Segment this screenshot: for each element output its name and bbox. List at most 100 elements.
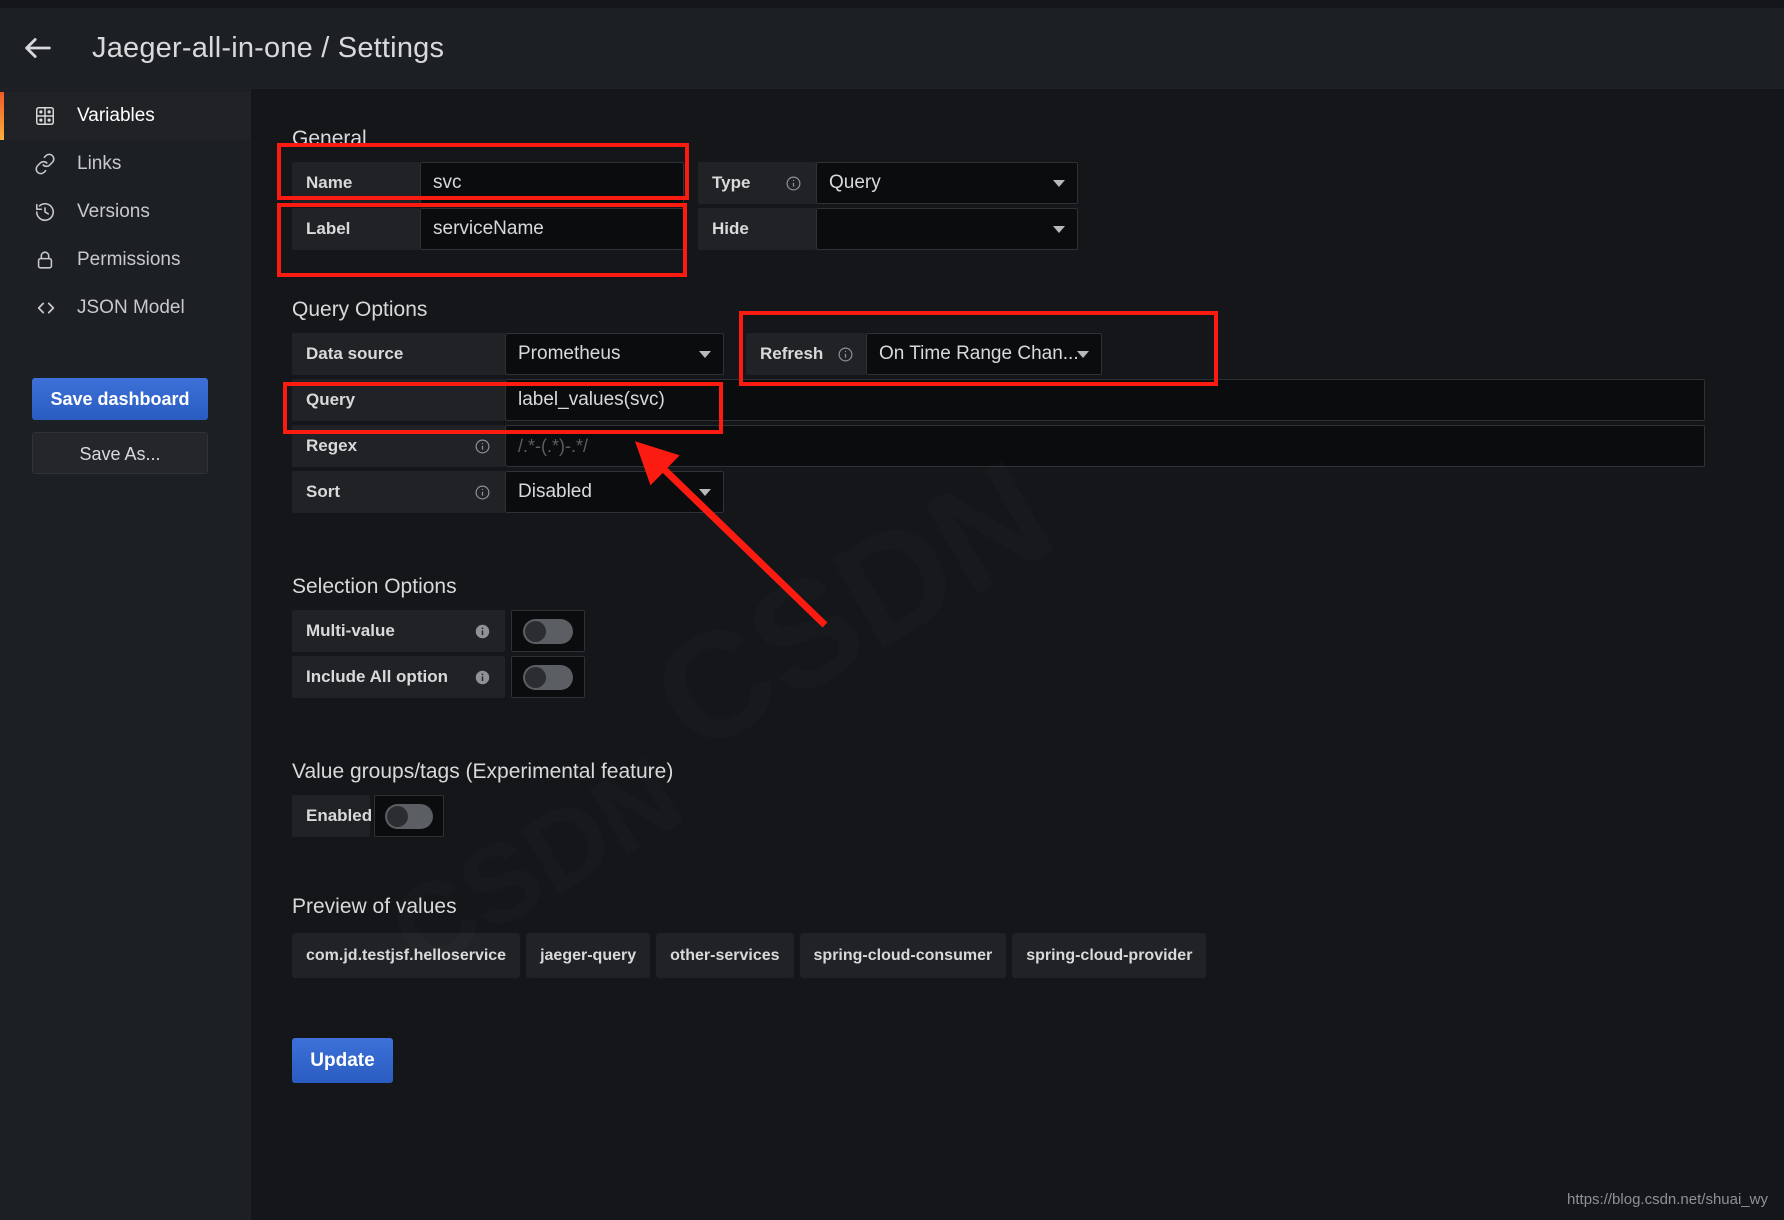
label-input[interactable]: serviceName	[420, 208, 684, 250]
hide-field: Hide	[698, 208, 1078, 250]
chevron-down-icon	[1077, 351, 1089, 358]
datasource-select[interactable]: Prometheus	[505, 333, 724, 375]
preview-value-chip: other-services	[656, 933, 794, 978]
preview-section-title: Preview of values	[292, 895, 457, 918]
hide-select[interactable]	[816, 208, 1078, 250]
sidebar-item-variables[interactable]: Variables	[0, 92, 250, 140]
value-groups-row-enabled: Enabled	[292, 795, 1784, 837]
settings-sidebar: Variables Links Versions Permissions JSO…	[0, 89, 251, 1220]
name-input[interactable]: svc	[420, 162, 684, 204]
query-options-row-datasource: Data source Prometheus Refresh On Time R…	[292, 333, 1784, 375]
general-row-label: Label serviceName Hide	[292, 208, 1784, 250]
value-groups-enabled-toggle[interactable]	[374, 795, 444, 837]
query-label: Query	[292, 379, 505, 421]
info-circle-icon[interactable]	[823, 346, 854, 363]
chevron-down-icon	[1053, 226, 1065, 233]
sidebar-item-json-model[interactable]: JSON Model	[0, 284, 250, 332]
query-options-row-regex: Regex /.*-(.*)-.*/	[292, 425, 1784, 467]
query-field: Query label_values(svc)	[292, 379, 1705, 421]
sort-select[interactable]: Disabled	[505, 471, 724, 513]
general-section-title: General	[292, 127, 367, 150]
chevron-down-icon	[699, 489, 711, 496]
query-options-row-query: Query label_values(svc)	[292, 379, 1784, 421]
toggle-knob	[525, 620, 546, 642]
datasource-label: Data source	[292, 333, 505, 375]
back-arrow-icon[interactable]	[10, 20, 66, 76]
toggle-track	[385, 803, 433, 829]
query-options-row-sort: Sort Disabled	[292, 471, 1784, 513]
include-all-field: Include All option	[292, 656, 585, 698]
info-circle-icon[interactable]	[460, 623, 491, 640]
multi-value-label-text: Multi-value	[306, 621, 395, 640]
update-button[interactable]: Update	[292, 1038, 393, 1083]
info-circle-icon[interactable]	[460, 438, 491, 455]
datasource-select-value: Prometheus	[518, 343, 621, 364]
history-clock-icon	[34, 201, 60, 223]
info-circle-icon[interactable]	[460, 669, 491, 686]
sidebar-item-label: JSON Model	[77, 297, 185, 318]
sidebar-actions: Save dashboard Save As...	[0, 378, 250, 474]
selection-row-include-all: Include All option	[292, 656, 1784, 698]
type-label: Type	[698, 162, 816, 204]
regex-label: Regex	[292, 425, 505, 467]
top-bar: Jaeger-all-in-one / Settings	[0, 8, 1784, 89]
info-circle-icon[interactable]	[460, 484, 491, 501]
value-groups-section-title: Value groups/tags (Experimental feature)	[292, 760, 674, 783]
sidebar-item-label: Versions	[77, 201, 150, 222]
multi-value-field: Multi-value	[292, 610, 585, 652]
sidebar-item-label: Permissions	[77, 249, 181, 270]
preview-value-chip: com.jd.testjsf.helloservice	[292, 933, 521, 978]
hide-label: Hide	[698, 208, 816, 250]
label-label: Label	[292, 208, 420, 250]
preview-value-chip: spring-cloud-consumer	[799, 933, 1007, 978]
chevron-down-icon	[1053, 180, 1065, 187]
sort-label: Sort	[292, 471, 505, 513]
multi-value-label: Multi-value	[292, 610, 505, 652]
sidebar-item-label: Links	[77, 153, 122, 174]
regex-field: Regex /.*-(.*)-.*/	[292, 425, 1705, 467]
include-all-label-text: Include All option	[306, 667, 448, 686]
code-brackets-icon	[34, 297, 60, 319]
selection-row-multi-value: Multi-value	[292, 610, 1784, 652]
type-select[interactable]: Query	[816, 162, 1078, 204]
label-field: Label serviceName	[292, 208, 684, 250]
toggle-knob	[525, 666, 546, 688]
variables-grid-icon	[34, 105, 60, 127]
toggle-knob	[387, 805, 408, 827]
preview-value-chip: jaeger-query	[526, 933, 651, 978]
include-all-toggle[interactable]	[511, 656, 585, 698]
preview-values-list: com.jd.testjsf.helloservice jaeger-query…	[292, 933, 1784, 978]
sort-select-value: Disabled	[518, 481, 592, 502]
sidebar-item-label: Variables	[77, 105, 155, 126]
enabled-field: Enabled	[292, 795, 444, 837]
sidebar-item-links[interactable]: Links	[0, 140, 250, 188]
regex-input[interactable]: /.*-(.*)-.*/	[505, 425, 1705, 467]
type-select-value: Query	[829, 172, 881, 193]
general-row-name: Name svc Type Query	[292, 162, 1784, 204]
refresh-label-text: Refresh	[760, 344, 824, 363]
save-as-button[interactable]: Save As...	[32, 432, 208, 474]
toggle-track	[523, 618, 573, 644]
multi-value-toggle[interactable]	[511, 610, 585, 652]
sidebar-item-versions[interactable]: Versions	[0, 188, 250, 236]
watermark-url: https://blog.csdn.net/shuai_wy	[1567, 1191, 1768, 1208]
page-title: Jaeger-all-in-one / Settings	[92, 31, 445, 64]
refresh-select[interactable]: On Time Range Chan...	[866, 333, 1102, 375]
refresh-label: Refresh	[746, 333, 866, 375]
info-circle-icon[interactable]	[771, 175, 802, 192]
link-chain-icon	[34, 153, 60, 175]
type-field: Type Query	[698, 162, 1078, 204]
sort-field: Sort Disabled	[292, 471, 724, 513]
regex-label-text: Regex	[306, 436, 358, 455]
query-options-section-title: Query Options	[292, 298, 428, 321]
datasource-field: Data source Prometheus	[292, 333, 724, 375]
sidebar-item-permissions[interactable]: Permissions	[0, 236, 250, 284]
selection-options-section-title: Selection Options	[292, 575, 457, 598]
query-input[interactable]: label_values(svc)	[505, 379, 1705, 421]
type-label-text: Type	[712, 173, 751, 192]
chevron-down-icon	[699, 351, 711, 358]
save-dashboard-button[interactable]: Save dashboard	[32, 378, 208, 420]
name-field: Name svc	[292, 162, 684, 204]
sort-label-text: Sort	[306, 482, 340, 501]
grafana-dashboard-settings-page: CSDN CSDN Jaeger-all-in-one / Settings	[0, 0, 1784, 1220]
